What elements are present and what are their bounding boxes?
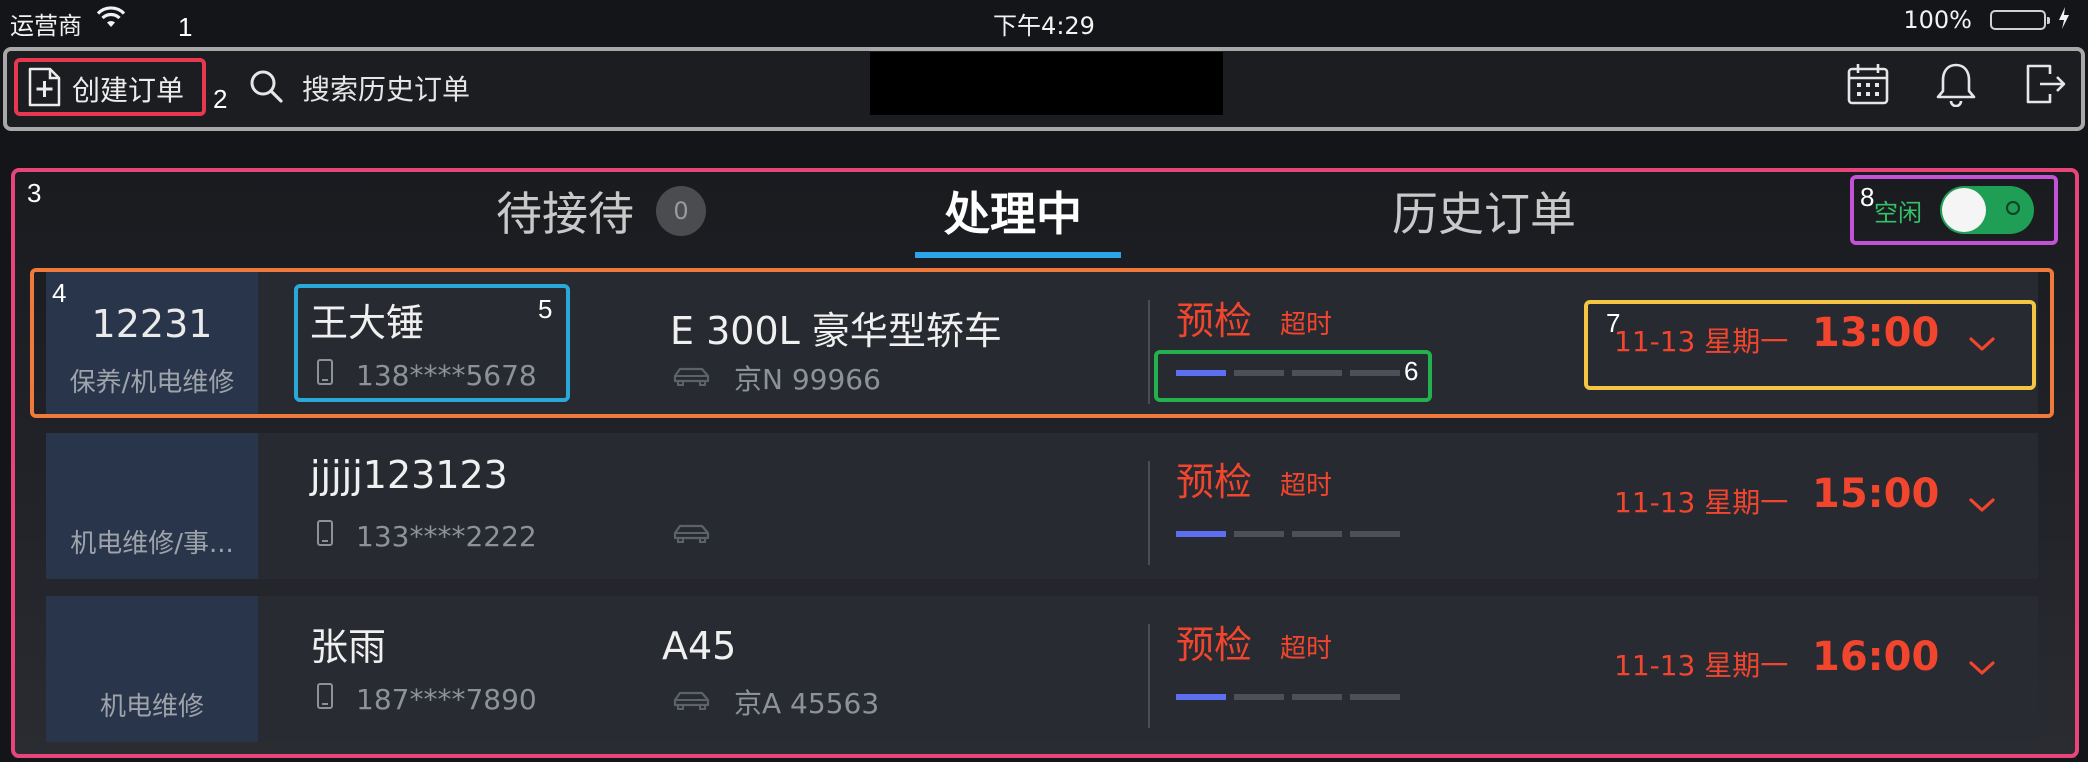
tab-pending[interactable]: 待接待 0: [496, 176, 706, 246]
idle-toggle[interactable]: 空闲: [1858, 182, 2050, 238]
row-divider: [1148, 624, 1150, 728]
switch-on-indicator: [2006, 201, 2020, 215]
chevron-down-icon[interactable]: [1964, 326, 2000, 362]
pending-count-badge: 0: [656, 186, 706, 236]
tab-pending-label: 待接待: [496, 187, 634, 241]
overtime-badge: 超时: [1280, 310, 1333, 340]
search-history-label: 搜索历史订单: [302, 73, 471, 106]
status-bar: 运营商 下午4:29 100%: [0, 0, 2088, 42]
order-stage: 预检: [1176, 460, 1253, 504]
order-stage: 预检: [1176, 623, 1253, 667]
phone-icon: [316, 358, 334, 393]
license-plate: 京A 45563: [672, 682, 879, 722]
phone-number: 187****7890: [356, 683, 537, 716]
tab-history-label: 历史订单: [1392, 187, 1576, 241]
appointment-time: 15:00: [1812, 471, 1940, 517]
phone-number: 138****5678: [356, 359, 537, 392]
idle-toggle-label: 空闲: [1874, 198, 1922, 227]
order-row[interactable]: 机电维修 张雨 187****7890 A45 京A 45563 预检 超时 1…: [46, 596, 2038, 742]
status-time: 下午4:29: [993, 12, 1095, 40]
annotation-number: 7: [1606, 308, 1621, 338]
stage-progress: [1176, 531, 1400, 537]
tab-processing[interactable]: 处理中: [944, 176, 1082, 246]
phone-icon: [316, 682, 334, 717]
plate-number: 京N 99966: [734, 363, 881, 396]
customer-name: 张雨: [310, 625, 387, 669]
idle-switch[interactable]: [1940, 186, 2034, 234]
order-stage: 预检: [1176, 299, 1253, 343]
customer-phone: 133****2222: [316, 519, 537, 554]
create-order-button[interactable]: 创建订单: [26, 67, 184, 111]
tab-processing-label: 处理中: [944, 187, 1082, 241]
customer-name: 王大锤: [310, 301, 425, 345]
annotation-number: 4: [52, 278, 67, 308]
license-plate: [672, 519, 734, 552]
customer-phone: 187****7890: [316, 682, 537, 717]
redacted-region: [870, 52, 1223, 115]
phone-number: 133****2222: [356, 520, 537, 553]
calendar-icon[interactable]: [1844, 60, 1892, 108]
service-type: 机电维修: [99, 692, 204, 722]
annotation-number: 6: [1404, 356, 1419, 386]
battery-percentage: 100%: [1903, 6, 1972, 34]
appointment-date: 11-13 星期一: [1614, 325, 1789, 358]
service-type: 机电维修/事...: [70, 529, 234, 559]
order-id: 12231: [91, 302, 213, 346]
active-tab-indicator: [915, 252, 1121, 258]
bell-icon[interactable]: [1932, 60, 1980, 108]
customer-phone: 138****5678: [316, 358, 537, 393]
search-icon: [248, 68, 284, 108]
appointment-time: 13:00: [1812, 310, 1940, 356]
customer-name: jjjjj123123: [310, 453, 508, 497]
appointment-date: 11-13 星期一: [1614, 486, 1789, 519]
stage-progress: [1176, 694, 1400, 700]
appointment-date: 11-13 星期一: [1614, 649, 1789, 682]
row-divider: [1148, 461, 1150, 565]
car-icon: [672, 362, 712, 395]
order-row[interactable]: 12231 保养/机电维修 王大锤 138****5678 E 300L 豪华型…: [46, 272, 2038, 418]
chevron-down-icon[interactable]: [1964, 487, 2000, 523]
annotation-number: 8: [1860, 182, 1875, 212]
annotation-number: 1: [178, 12, 193, 42]
car-model: E 300L 豪华型轿车: [670, 309, 1002, 353]
row-divider: [1148, 300, 1150, 404]
battery-icon: [1990, 10, 2050, 30]
create-order-label: 创建订单: [72, 74, 185, 107]
service-type: 保养/机电维修: [69, 368, 235, 398]
stage-progress: [1176, 370, 1400, 376]
annotation-number: 5: [538, 294, 553, 324]
phone-icon: [316, 519, 334, 554]
car-icon: [672, 519, 712, 552]
car-model: A45: [662, 624, 737, 668]
annotation-number: 2: [213, 84, 228, 114]
switch-knob: [1942, 188, 1986, 232]
overtime-badge: 超时: [1280, 471, 1333, 501]
annotation-number: 3: [27, 178, 42, 208]
charging-icon: [2058, 6, 2070, 35]
plate-number: 京A 45563: [734, 687, 880, 720]
search-history-button[interactable]: 搜索历史订单: [248, 66, 470, 110]
appointment-time: 16:00: [1812, 634, 1940, 680]
new-document-icon: [26, 67, 62, 111]
chevron-down-icon[interactable]: [1964, 650, 2000, 686]
car-icon: [672, 686, 712, 719]
license-plate: 京N 99966: [672, 358, 881, 398]
overtime-badge: 超时: [1280, 634, 1333, 664]
logout-icon[interactable]: [2022, 60, 2070, 108]
order-row[interactable]: 机电维修/事... jjjjj123123 133****2222 预检 超时 …: [46, 433, 2038, 579]
tab-history[interactable]: 历史订单: [1392, 176, 1576, 246]
